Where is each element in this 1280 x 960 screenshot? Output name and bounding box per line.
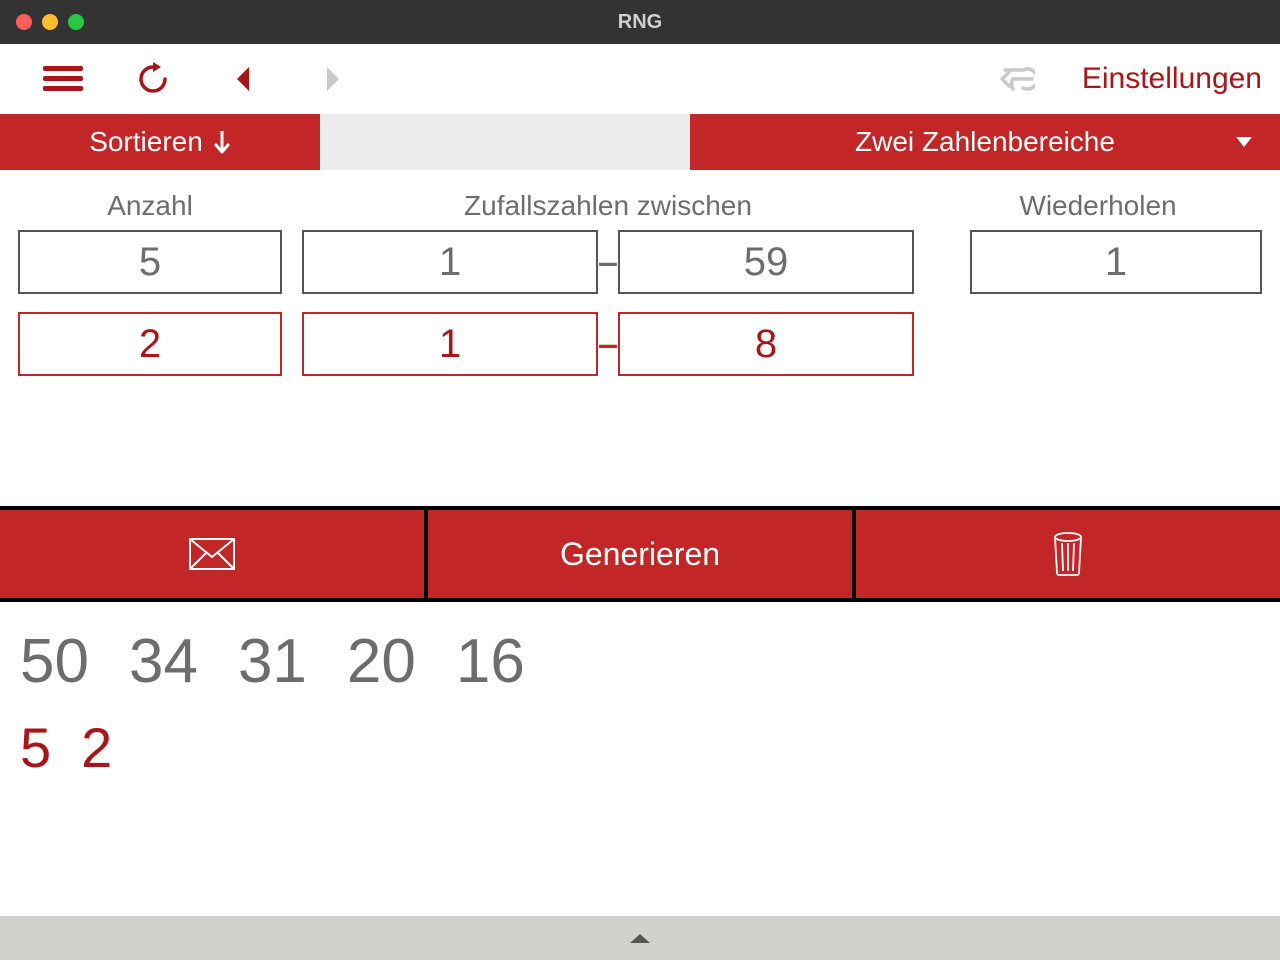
share-mail-button[interactable]	[0, 510, 428, 598]
range2-count-input[interactable]: 2	[18, 312, 282, 376]
history-back-button[interactable]	[198, 65, 288, 93]
range1-max-input[interactable]: 59	[618, 230, 914, 294]
range1-count-input[interactable]: 5	[18, 230, 282, 294]
result-value: 20	[347, 626, 416, 697]
range2-row: 2 1 ‒ 8	[18, 312, 1262, 376]
clear-button[interactable]	[856, 510, 1280, 598]
results-primary: 50 34 31 20 16	[20, 626, 1260, 697]
range1-row: 5 1 ‒ 59 1	[18, 230, 1262, 294]
trash-icon	[1051, 531, 1085, 577]
repeat-input[interactable]: 1	[970, 230, 1262, 294]
menu-icon	[43, 66, 83, 92]
result-value: 50	[20, 626, 89, 697]
history-forward-button[interactable]	[288, 65, 378, 93]
result-value: 31	[238, 626, 307, 697]
range1-separator: ‒	[598, 244, 618, 281]
window-controls	[16, 14, 84, 30]
close-window-button[interactable]	[16, 14, 32, 30]
window-titlebar: RNG	[0, 0, 1280, 44]
result-value: 5	[20, 715, 51, 780]
menu-button[interactable]	[18, 66, 108, 92]
maximize-window-button[interactable]	[68, 14, 84, 30]
range-mode-dropdown[interactable]: Zwei Zahlenbereiche	[690, 114, 1280, 170]
result-value: 2	[81, 715, 112, 780]
result-value: 16	[456, 626, 525, 697]
undo-button[interactable]	[972, 63, 1062, 95]
range-label: Zufallszahlen zwischen	[282, 190, 934, 222]
sort-label: Sortieren	[89, 126, 203, 158]
caret-down-icon	[1234, 135, 1254, 149]
result-value: 34	[129, 626, 198, 697]
range1-min-input[interactable]: 1	[302, 230, 598, 294]
settings-link[interactable]: Einstellungen	[1082, 62, 1262, 96]
count-label: Anzahl	[18, 190, 282, 222]
window-title: RNG	[618, 11, 662, 34]
sub-toolbar-middle	[320, 114, 690, 170]
repeat-label: Wiederholen	[934, 190, 1262, 222]
toolbar: Einstellungen	[0, 44, 1280, 114]
field-labels-row: Anzahl Zufallszahlen zwischen Wiederhole…	[18, 190, 1262, 222]
arrow-down-icon	[213, 129, 231, 155]
footer-drawer-handle[interactable]	[0, 916, 1280, 960]
generate-label: Generieren	[560, 536, 720, 573]
range2-max-input[interactable]: 8	[618, 312, 914, 376]
results-secondary: 5 2	[20, 715, 1260, 780]
range2-separator: ‒	[598, 326, 618, 363]
generate-button[interactable]: Generieren	[428, 510, 856, 598]
undo-icon	[999, 63, 1035, 95]
sub-toolbar: Sortieren Zwei Zahlenbereiche	[0, 114, 1280, 170]
chevron-up-icon	[628, 931, 652, 945]
range-mode-label: Zwei Zahlenbereiche	[855, 126, 1115, 158]
triangle-left-icon	[233, 65, 253, 93]
results-area: 50 34 31 20 16 5 2	[0, 602, 1280, 780]
action-bar: Generieren	[0, 506, 1280, 602]
range2-min-input[interactable]: 1	[302, 312, 598, 376]
mail-icon	[188, 537, 236, 571]
triangle-right-icon	[323, 65, 343, 93]
sort-button[interactable]: Sortieren	[0, 114, 320, 170]
reload-icon	[135, 61, 171, 97]
minimize-window-button[interactable]	[42, 14, 58, 30]
reload-button[interactable]	[108, 61, 198, 97]
